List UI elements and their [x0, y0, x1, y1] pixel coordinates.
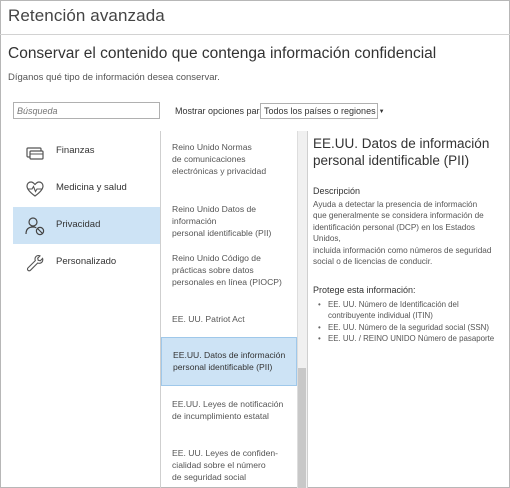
region-select[interactable]: Todos los países o regiones ▼: [260, 103, 385, 119]
protects-item: • EE. UU. / REINO UNIDO Número de pasapo…: [318, 333, 508, 344]
protects-list: • EE. UU. Número de Identificación del c…: [318, 299, 508, 344]
category-finanzas[interactable]: Finanzas: [13, 133, 160, 170]
description-line: incluida información como números de seg…: [313, 245, 492, 255]
template-line: electrónicas y privacidad: [172, 166, 267, 176]
template-line: Reino Unido Datos de información: [172, 204, 257, 226]
protects-line: EE. UU. Número de Identificación del: [328, 300, 459, 309]
column-divider: [307, 131, 308, 488]
protects-line: EE. UU. Número de la seguridad social (S…: [328, 322, 489, 332]
detail-title: EE.UU. Datos de información personal ide…: [313, 135, 503, 169]
wrench-icon: [26, 254, 44, 272]
search-input[interactable]: [13, 102, 160, 119]
template-line: prácticas sobre datos: [172, 265, 254, 275]
region-select-value: Todos los países o regiones: [264, 106, 376, 116]
template-us-pii[interactable]: EE.UU. Datos de información personal ide…: [161, 337, 297, 386]
detail-title-line: EE.UU. Datos de información: [313, 136, 490, 151]
category-medicina[interactable]: Medicina y salud: [13, 170, 160, 207]
protects-heading: Protege esta información:: [313, 285, 416, 295]
template-line: de seguridad social: [172, 472, 247, 482]
detail-title-line: personal identificable (PII): [313, 153, 470, 168]
window-title: Retención avanzada: [8, 6, 165, 25]
category-label: Privacidad: [56, 219, 101, 230]
category-privacidad[interactable]: Privacidad: [13, 207, 160, 244]
template-uk-piocp[interactable]: Reino Unido Código de prácticas sobre da…: [161, 252, 297, 288]
user-block-icon: [25, 217, 45, 236]
template-line: Reino Unido Código de: [172, 253, 261, 263]
card-icon: [26, 147, 44, 160]
template-line: personal identificable (PII): [172, 228, 272, 238]
template-line: EE.UU. Datos de información: [173, 350, 286, 360]
column-divider: [160, 131, 161, 488]
template-line: Reino Unido Normas: [172, 142, 252, 152]
description-line: identificación personal (DCP) en los Est…: [313, 222, 476, 244]
heart-pulse-icon: [26, 181, 44, 197]
template-line: personales en línea (PIOCP): [172, 277, 282, 287]
description-line: que generalmente se considera informació…: [313, 211, 484, 221]
page-title: Conservar el contenido que contenga info…: [8, 45, 437, 62]
description-heading: Descripción: [313, 186, 361, 196]
category-label: Personalizado: [56, 256, 117, 267]
protects-line: contribuyente individual (ITIN): [328, 311, 433, 321]
category-label: Finanzas: [56, 145, 95, 156]
protects-item: • EE. UU. Número de Identificación del c…: [318, 299, 508, 322]
template-us-notificacion[interactable]: EE.UU. Leyes de notificación de incumpli…: [161, 398, 297, 422]
template-us-ssn[interactable]: EE. UU. Leyes de confiden- cialidad sobr…: [161, 447, 297, 483]
template-line: EE. UU. Leyes de confiden-: [172, 448, 279, 458]
protects-item: • EE. UU. Número de la seguridad social …: [318, 322, 508, 333]
scrollbar-thumb[interactable]: [298, 368, 306, 488]
template-line: de incumplimiento estatal: [172, 411, 269, 421]
description-line: Ayuda a detectar la presencia de informa…: [313, 200, 478, 209]
category-personalizado[interactable]: Personalizado: [13, 244, 160, 281]
template-line: cialidad sobre el número: [172, 460, 266, 470]
template-line: EE.UU. Leyes de notificación: [172, 399, 284, 409]
template-us-patriot-act[interactable]: EE. UU. Patriot Act: [161, 313, 297, 325]
template-uk-comunicaciones[interactable]: Reino Unido Normas de comunicaciones ele…: [161, 141, 297, 177]
bullet-icon: •: [318, 300, 321, 309]
description-text: Ayuda a detectar la presencia de informa…: [313, 199, 503, 267]
description-line: social o de licencias de conducir.: [313, 257, 433, 267]
filter-label: Mostrar opciones para: [175, 106, 265, 116]
template-line: personal identificable (PII): [173, 362, 273, 372]
protects-line: EE. UU. / REINO UNIDO Número de pasaport…: [328, 333, 495, 343]
template-line: EE. UU. Patriot Act: [172, 314, 245, 324]
template-uk-pii[interactable]: Reino Unido Datos de información persona…: [161, 203, 297, 239]
title-divider: [0, 34, 510, 35]
page-subtitle: Díganos qué tipo de información desea co…: [8, 72, 220, 83]
bullet-icon: •: [318, 322, 321, 332]
category-label: Medicina y salud: [56, 182, 127, 193]
chevron-down-icon: ▼: [378, 109, 385, 115]
template-line: de comunicaciones: [172, 154, 246, 164]
bullet-icon: •: [318, 333, 321, 343]
